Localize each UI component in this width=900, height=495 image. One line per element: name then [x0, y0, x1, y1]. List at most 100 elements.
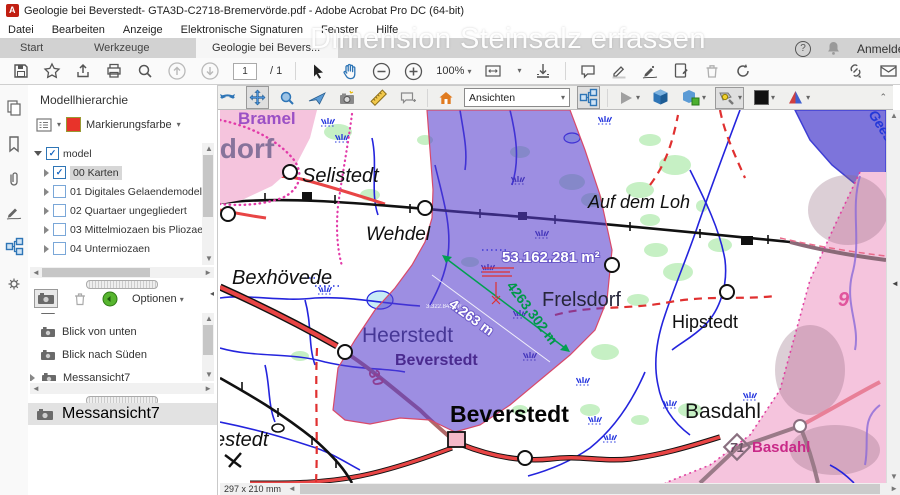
view-camera-button[interactable] [34, 289, 58, 308]
select-tool-icon[interactable] [309, 62, 327, 80]
tree-item-mittelmiozaen[interactable]: 03 Mittelmiozaen bis Pliozae [44, 221, 202, 238]
previous-page-icon[interactable] [167, 61, 187, 81]
notifications-bell-icon[interactable] [826, 40, 841, 56]
help-icon[interactable]: ? [795, 41, 811, 57]
active-view-bar[interactable]: Messansicht7 [28, 403, 217, 425]
map-vertical-scrollbar[interactable]: ▲ ◄ ▼ [886, 110, 900, 483]
3d-lighting-icon[interactable]: ▾ [715, 87, 744, 109]
3d-spin-icon[interactable] [216, 86, 239, 109]
menu-datei[interactable]: Datei [8, 24, 34, 36]
tree-item-karten[interactable]: ✓ 00 Karten [44, 164, 122, 181]
print-icon[interactable] [105, 62, 123, 80]
fit-width-caret-icon[interactable]: ▾ [517, 67, 521, 75]
checkbox-checked-icon[interactable]: ✓ [46, 147, 59, 160]
3d-render-mode-icon[interactable]: ▾ [679, 86, 708, 109]
menu-anzeige[interactable]: Anzeige [123, 24, 163, 36]
tree-item-dgm[interactable]: 01 Digitales Gelaendemodell [44, 183, 202, 200]
toolbar-collapse-icon[interactable]: ⌃ [879, 92, 887, 103]
email-icon[interactable] [879, 62, 898, 80]
sign-icon[interactable] [641, 62, 659, 80]
3d-fly-icon[interactable] [305, 87, 329, 109]
3d-default-view-home-icon[interactable] [435, 87, 457, 108]
delete-view-icon[interactable] [72, 291, 88, 307]
panel-splitter-handle[interactable] [86, 280, 158, 289]
zoom-out-icon[interactable] [372, 62, 391, 81]
checkbox-unchecked-icon[interactable] [53, 185, 66, 198]
checkbox-unchecked-icon[interactable] [53, 242, 66, 255]
3d-cross-section-icon[interactable]: ▾ [784, 87, 812, 109]
scroll-mode-icon[interactable] [534, 62, 552, 80]
sign-in-link[interactable]: Anmelden [857, 42, 900, 56]
highlight-pen-icon[interactable] [610, 62, 628, 80]
model-tree-panel-icon[interactable] [5, 237, 24, 256]
scroll-right-icon[interactable]: ► [890, 485, 898, 493]
panel-collapse-icon[interactable]: ◂ [210, 289, 214, 298]
attachments-icon[interactable] [5, 170, 23, 188]
marker-color-caret-icon[interactable]: ▾ [177, 121, 181, 129]
3d-zoom-icon[interactable] [276, 87, 298, 109]
star-icon[interactable] [43, 62, 61, 80]
tree-options-icon[interactable] [36, 118, 52, 132]
model-tree-toggle-icon[interactable] [577, 86, 600, 109]
share-upload-icon[interactable] [74, 62, 92, 80]
3d-comment-icon[interactable] [397, 87, 420, 109]
link-icon[interactable] [846, 62, 865, 80]
search-icon[interactable] [136, 62, 154, 80]
expand-caret-icon[interactable] [30, 374, 35, 381]
view-item-unten[interactable]: Blick von unten [40, 326, 137, 338]
save-icon[interactable] [12, 62, 30, 80]
fit-width-icon[interactable] [484, 62, 504, 80]
map-label-schiffdorf: Schiffdorf [220, 133, 275, 164]
bookmarks-icon[interactable] [5, 135, 23, 153]
checkbox-checked-icon[interactable]: ✓ [53, 166, 66, 179]
tree-item-untermiozaen[interactable]: 04 Untermiozaen [44, 240, 150, 257]
3d-camera-icon[interactable] [336, 87, 360, 109]
checkbox-unchecked-icon[interactable] [53, 223, 66, 236]
map-3d-view[interactable]: Heerstedt 30 9 [220, 110, 886, 483]
expand-caret-icon[interactable] [44, 245, 49, 253]
tree-vertical-scrollbar[interactable]: ▲ ▼ [202, 143, 214, 265]
comment-icon[interactable] [579, 62, 597, 80]
3d-pan-icon[interactable] [246, 86, 269, 109]
rotate-icon[interactable] [734, 62, 752, 80]
page-number-input[interactable]: 1 [233, 63, 257, 80]
view-item-messansicht[interactable]: Messansicht7 [30, 372, 130, 381]
layers-icon[interactable] [5, 275, 23, 293]
views-horizontal-scrollbar[interactable]: ◄ ► [30, 383, 214, 394]
checkbox-unchecked-icon[interactable] [53, 204, 66, 217]
expand-caret-icon[interactable] [44, 169, 49, 177]
view-item-westen[interactable]: Blick nach Westen [40, 313, 152, 315]
menu-bearbeiten[interactable]: Bearbeiten [52, 24, 105, 36]
fill-sign-icon[interactable] [672, 62, 690, 80]
delete-icon[interactable] [703, 62, 721, 80]
expand-caret-icon[interactable] [34, 151, 42, 156]
expand-caret-icon[interactable] [44, 188, 49, 196]
views-vertical-scrollbar[interactable]: ▲ ▼ [202, 313, 214, 381]
hand-tool-icon[interactable] [340, 62, 359, 81]
scroll-left-icon[interactable]: ◄ [288, 485, 296, 493]
map-horizontal-scrollbar[interactable] [300, 484, 880, 494]
zoom-in-icon[interactable] [404, 62, 423, 81]
default-view-icon[interactable] [102, 291, 118, 307]
zoom-level-dropdown[interactable]: 100% ▾ [436, 65, 471, 77]
tab-werkzeuge[interactable]: Werkzeuge [78, 38, 165, 58]
tree-item-model[interactable]: ✓ model [34, 145, 92, 162]
tab-start[interactable]: Start [4, 38, 59, 58]
views-options-button[interactable]: Optionen ▾ [132, 293, 184, 305]
3d-background-color-icon[interactable]: ▾ [751, 87, 777, 108]
3d-projection-cube-icon[interactable] [649, 86, 672, 109]
marker-color-swatch[interactable] [66, 117, 81, 132]
signatures-icon[interactable] [5, 203, 23, 221]
3d-animation-play-icon[interactable]: ▾ [615, 87, 642, 109]
expand-caret-icon[interactable] [44, 207, 49, 215]
3d-measure-icon[interactable] [367, 86, 390, 109]
page-thumbnails-icon[interactable] [5, 99, 23, 117]
menu-esignaturen[interactable]: Elektronische Signaturen [181, 24, 303, 36]
tree-options-caret-icon[interactable]: ▾ [57, 121, 61, 129]
tree-horizontal-scrollbar[interactable]: ◄ ► [30, 267, 214, 278]
tree-item-quartaer[interactable]: 02 Quartaer ungegliedert [44, 202, 187, 219]
view-item-sueden[interactable]: Blick nach Süden [40, 349, 147, 361]
views-dropdown[interactable]: Ansichten▾ [464, 88, 570, 107]
expand-caret-icon[interactable] [44, 226, 49, 234]
next-page-icon[interactable] [200, 61, 220, 81]
